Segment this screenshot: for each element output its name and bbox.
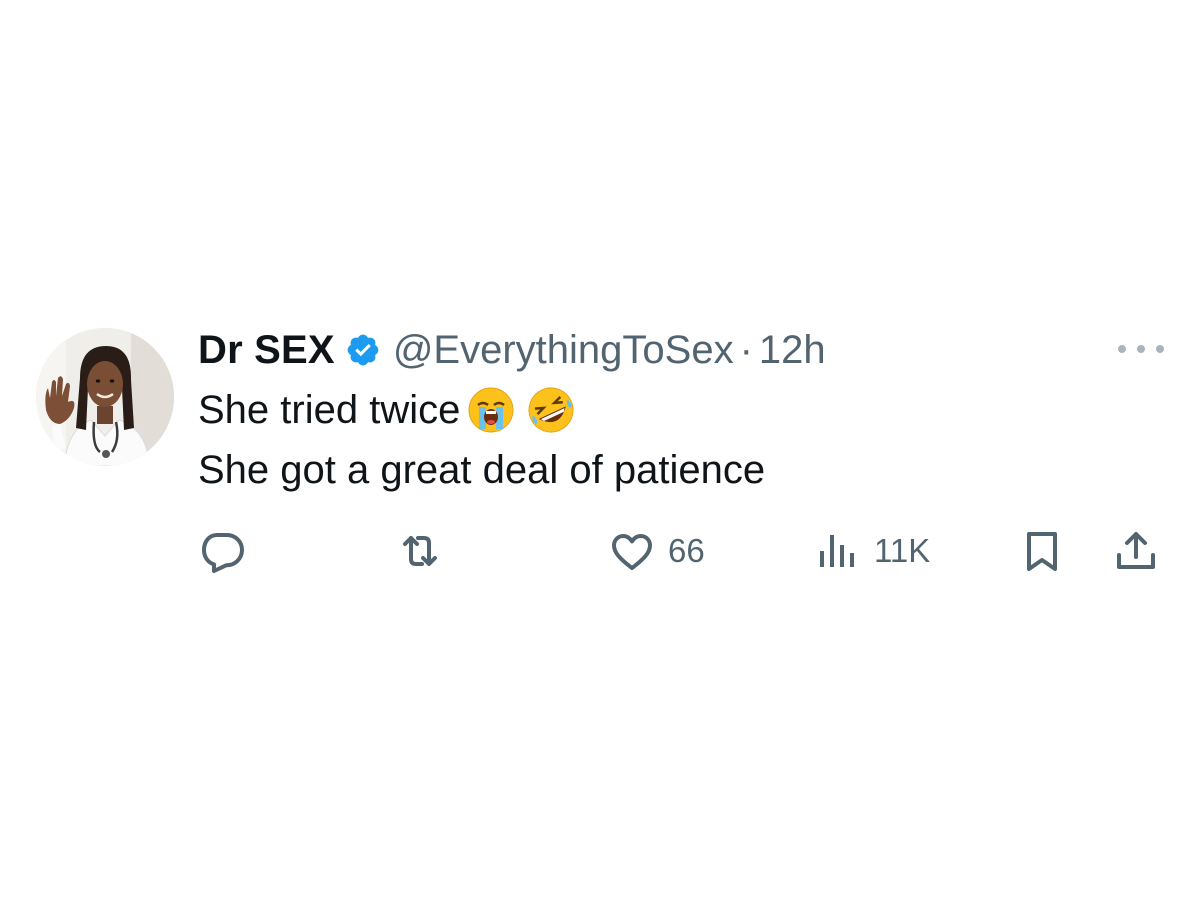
bookmark-button[interactable]	[1018, 526, 1066, 576]
like-count: 66	[668, 532, 705, 569]
avatar-image	[36, 328, 174, 466]
tweet-actions: 66 11K	[198, 526, 1164, 576]
tweet-card[interactable]: Dr SEX @EverythingToSex · 12h She tried …	[36, 326, 1164, 586]
tweet-line-1: She tried twice	[198, 388, 461, 432]
retweet-button[interactable]	[396, 526, 456, 576]
bookmark-icon	[1027, 532, 1057, 571]
share-button[interactable]	[1112, 526, 1160, 576]
separator-dot: ·	[739, 327, 753, 372]
timestamp[interactable]: 12h	[759, 328, 826, 373]
tweet-content: Dr SEX @EverythingToSex · 12h She tried …	[198, 326, 1164, 500]
share-icon	[1117, 532, 1155, 569]
user-handle[interactable]: @EverythingToSex	[393, 328, 734, 373]
tweet-header: Dr SEX @EverythingToSex · 12h	[198, 326, 1138, 374]
verified-badge-icon	[345, 332, 381, 368]
tweet-text-line-2: She got a great deal of patience	[198, 440, 1138, 500]
heart-icon	[612, 534, 652, 570]
views-icon	[820, 535, 854, 567]
more-icon[interactable]	[1118, 334, 1164, 364]
display-name[interactable]: Dr SEX	[198, 328, 335, 373]
views-button[interactable]: 11K	[814, 526, 930, 576]
tweet-line-2: She got a great deal of patience	[198, 448, 766, 492]
tweet-text-line-1: She tried twice	[198, 380, 1138, 440]
views-count: 11K	[874, 532, 931, 569]
loudly-crying-face-icon	[466, 385, 516, 435]
rolling-on-the-floor-laughing-icon	[526, 385, 576, 435]
retweet-icon	[403, 536, 437, 566]
like-button[interactable]: 66	[608, 526, 705, 576]
reply-button[interactable]	[198, 526, 258, 576]
tweet-text: She tried twice She got a great deal of …	[198, 380, 1138, 500]
reply-icon	[202, 533, 244, 573]
avatar[interactable]	[36, 328, 174, 466]
